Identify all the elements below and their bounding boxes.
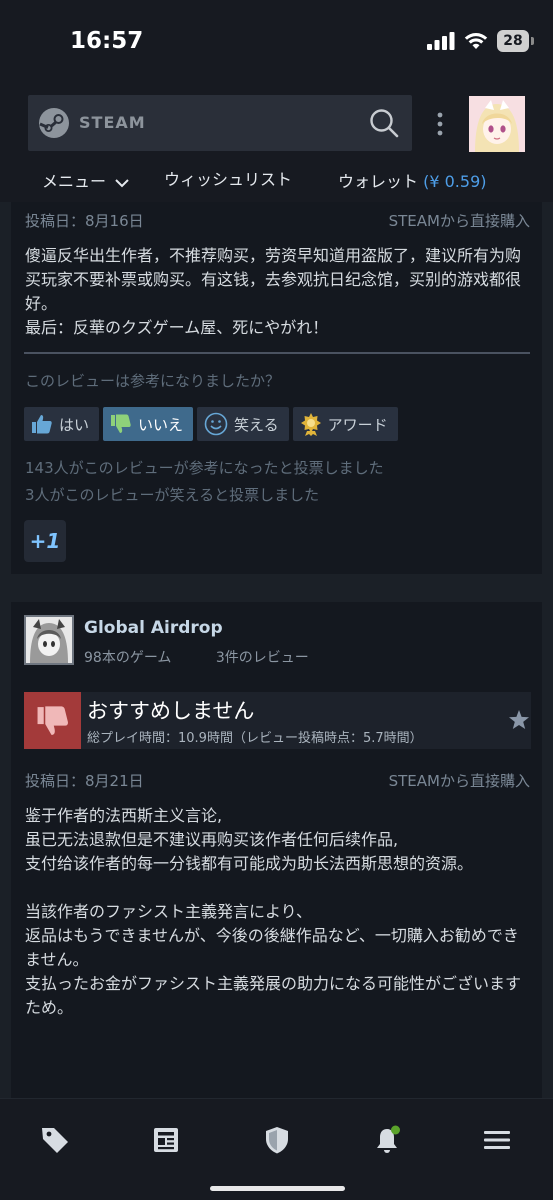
vote-buttons: はい いいえ 笑える アワード <box>24 407 398 441</box>
thumbs-down-icon <box>37 705 68 735</box>
nav-wishlist[interactable]: ウィッシュリスト <box>164 166 292 190</box>
vote-funny-label: 笑える <box>234 415 279 434</box>
nav-wallet[interactable]: ウォレット (¥ 0.59) <box>338 168 486 192</box>
funny-count: 3人がこのレビューが笑えると投票しました <box>25 486 320 504</box>
news-icon[interactable] <box>151 1125 181 1155</box>
wifi-icon <box>464 33 488 49</box>
author-avatar-image <box>26 617 72 663</box>
author-name[interactable]: Global Airdrop <box>84 618 223 638</box>
helpful-count: 143人がこのレビューが参考になったと投票しました <box>25 459 384 477</box>
award-button[interactable]: アワード <box>292 407 398 441</box>
review-divider <box>24 352 530 354</box>
review-body: 鉴于作者的法西斯主义言论, 虽已无法退款但是不建议再购买该作者任何后续作品, 支… <box>25 806 522 1017</box>
award-icon <box>300 413 321 436</box>
home-indicator <box>210 1186 345 1191</box>
review-card: 投稿日：8月16日 STEAMから直接購入 傻逼反华出生作者，不推荐购买，劳资早… <box>11 202 542 574</box>
review-purchase-source: STEAMから直接購入 <box>388 212 530 230</box>
bottom-tab-bar <box>0 1098 553 1200</box>
status-time: 16:57 <box>70 28 144 54</box>
search-bar[interactable]: STEAM <box>28 95 412 151</box>
steam-brand-text: STEAM <box>79 113 146 132</box>
thumbs-up-icon <box>32 415 52 434</box>
review-posted-date: 投稿日：8月16日 <box>25 212 144 230</box>
nav-wallet-label: ウォレット <box>338 172 419 191</box>
shield-icon[interactable] <box>262 1125 292 1155</box>
vote-no-label: いいえ <box>138 415 184 434</box>
award-label: アワード <box>327 415 388 434</box>
review-posted-date: 投稿日：8月21日 <box>25 772 144 790</box>
reviews-list[interactable]: 投稿日：8月16日 STEAMから直接購入 傻逼反华出生作者，不推荐购买，劳资早… <box>0 202 553 1098</box>
signal-icon <box>427 32 455 50</box>
not-recommended-badge <box>24 692 81 749</box>
app-header: STEAM メニュー ウィッシュリスト ウォレット (¥ 0.59) <box>0 84 553 202</box>
recommendation-box: おすすめしません 総プレイ時間：10.9時間（レビュー投稿時点：5.7時間） <box>24 692 531 749</box>
vote-funny-button[interactable]: 笑える <box>197 407 289 441</box>
vote-yes-button[interactable]: はい <box>24 407 100 441</box>
plus-one-award-badge[interactable]: +1 <box>24 520 66 562</box>
tag-icon[interactable] <box>40 1125 70 1155</box>
author-avatar[interactable] <box>24 615 74 665</box>
author-games-count: 98本のゲーム <box>84 650 172 666</box>
hamburger-menu-icon[interactable] <box>482 1125 512 1155</box>
review-card: Global Airdrop 98本のゲーム 3件のレビュー おすすめしません … <box>11 602 542 1098</box>
chevron-down-icon <box>115 178 129 187</box>
thumbs-down-icon <box>111 414 131 433</box>
nav-menu[interactable]: メニュー <box>42 168 129 192</box>
helpful-question: このレビューは参考になりましたか？ <box>25 372 281 390</box>
avatar-image <box>469 96 525 152</box>
nav-row: メニュー ウィッシュリスト ウォレット (¥ 0.59) <box>0 166 553 196</box>
notification-bell-icon[interactable] <box>372 1125 402 1155</box>
status-bar: 16:57 28 <box>0 0 553 84</box>
review-purchase-source: STEAMから直接購入 <box>388 772 530 790</box>
playtime-info: 総プレイ時間：10.9時間（レビュー投稿時点：5.7時間） <box>87 731 423 746</box>
search-icon[interactable] <box>368 107 400 139</box>
battery-indicator: 28 <box>497 30 534 52</box>
star-icon[interactable] <box>507 708 531 732</box>
vote-no-button[interactable]: いいえ <box>103 407 194 441</box>
user-avatar[interactable] <box>469 96 525 152</box>
nav-menu-label: メニュー <box>42 172 107 191</box>
author-stats: 98本のゲーム 3件のレビュー <box>84 647 349 667</box>
more-options-icon[interactable] <box>433 112 447 136</box>
vote-yes-label: はい <box>59 415 90 434</box>
author-reviews-count: 3件のレビュー <box>215 650 309 666</box>
status-icons: 28 <box>427 30 534 52</box>
wallet-balance: (¥ 0.59) <box>423 172 487 191</box>
vote-counts: 143人がこのレビューが参考になったと投票しました 3人がこのレビューが笑えると… <box>25 455 384 509</box>
smiley-icon <box>204 412 228 436</box>
recommendation-title: おすすめしません <box>87 699 255 723</box>
review-body: 傻逼反华出生作者，不推荐购买，劳资早知道用盗版了，建议所有为购买玩家不要补票或购… <box>25 246 522 337</box>
notification-dot-icon <box>391 1125 400 1135</box>
steam-logo-icon <box>39 108 69 138</box>
